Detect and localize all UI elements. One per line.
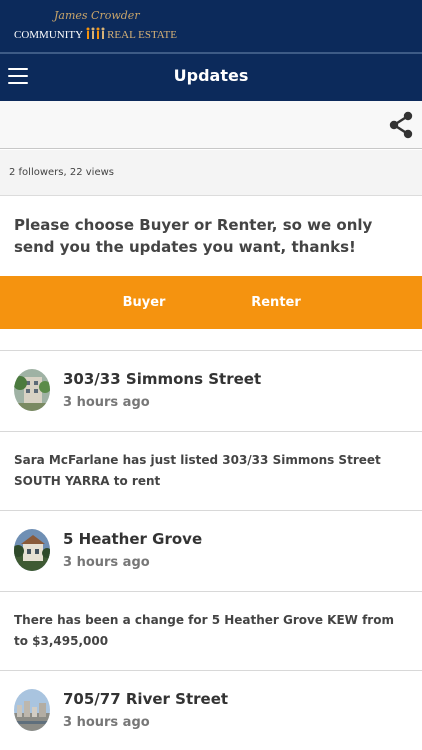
property-thumbnail [14, 689, 50, 731]
brand-bar: James Crowder COMMUNITY REAL ESTATE [0, 0, 422, 52]
item-message: There has been a change for 5 Heather Gr… [14, 613, 394, 648]
item-timestamp: 3 hours ago [63, 395, 150, 410]
logo-script-name: James Crowder [54, 9, 140, 22]
item-title: 705/77 River Street [63, 690, 229, 708]
buyer-renter-choice-bar: Buyer Renter [0, 276, 422, 329]
divider [0, 591, 422, 592]
property-thumbnail [14, 529, 50, 571]
company-logo: James Crowder COMMUNITY REAL ESTATE [14, 6, 177, 46]
divider [0, 431, 422, 432]
item-message: Sara McFarlane has just listed 303/33 Si… [14, 453, 381, 488]
share-icon[interactable] [388, 111, 414, 139]
app-bar: Updates [0, 54, 422, 101]
stats-bar: 2 followers, 22 views [0, 150, 422, 196]
followers-views-count: 2 followers, 22 views [9, 167, 115, 178]
buyer-button[interactable]: Buyer [106, 276, 182, 329]
item-title: 303/33 Simmons Street [63, 370, 262, 388]
list-item[interactable]: 303/33 Simmons Street 3 hours ago [0, 351, 422, 429]
logo-people-icon [86, 27, 105, 39]
list-item[interactable]: 5 Heather Grove 3 hours ago [0, 511, 422, 589]
action-bar [0, 101, 422, 149]
item-timestamp: 3 hours ago [63, 555, 150, 570]
logo-word-community: COMMUNITY [14, 29, 84, 41]
property-thumbnail [14, 369, 50, 411]
list-item[interactable]: 705/77 River Street 3 hours ago [0, 671, 422, 749]
item-timestamp: 3 hours ago [63, 715, 150, 730]
item-title: 5 Heather Grove [63, 530, 203, 548]
buyer-renter-prompt: Please choose Buyer or Renter, so we onl… [14, 216, 373, 256]
logo-wordmark: COMMUNITY REAL ESTATE [14, 27, 177, 41]
renter-button[interactable]: Renter [236, 276, 316, 329]
page-title: Updates [173, 66, 249, 85]
logo-word-real-estate: REAL ESTATE [107, 29, 177, 41]
